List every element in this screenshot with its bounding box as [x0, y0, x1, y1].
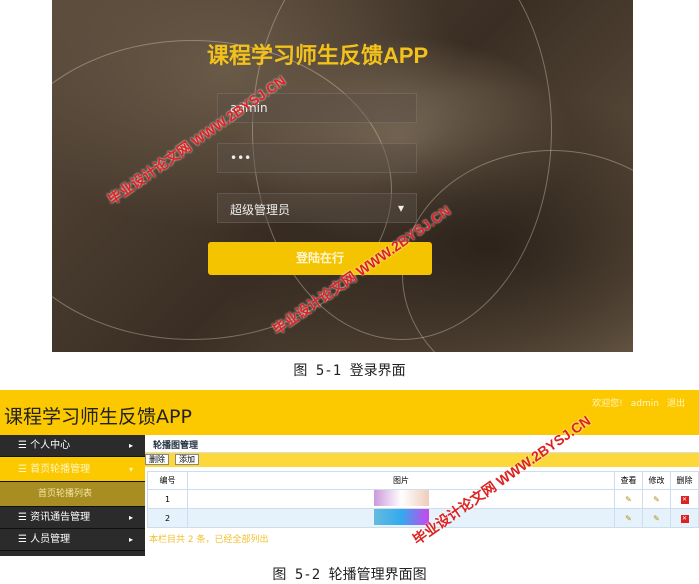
login-title: 课程学习师生反馈APP — [207, 43, 429, 68]
sidebar-item-personal[interactable]: ☰ 个人中心 ▸ — [0, 435, 145, 457]
password-input[interactable]: ••• — [217, 143, 417, 173]
sidebar-item-users[interactable]: ☰ 人员管理 ▸ — [0, 529, 145, 551]
role-value: 超级管理员 — [230, 203, 291, 217]
welcome-text: 欢迎您! — [592, 399, 623, 409]
add-button[interactable]: 添加 — [175, 454, 199, 465]
view-icon[interactable]: ✎ — [614, 489, 643, 509]
role-select[interactable]: 超级管理员 ▾ — [217, 193, 417, 223]
sidebar-item-news[interactable]: ☰ 资讯通告管理 ▸ — [0, 507, 145, 529]
figure-caption: 图 5-1 登录界面 — [293, 363, 406, 379]
edit-icon[interactable]: ✎ — [642, 508, 671, 528]
logout-link[interactable]: 退出 — [667, 399, 685, 409]
carousel-image — [373, 490, 429, 506]
breadcrumb: 轮播图管理 — [145, 435, 699, 453]
user-name: admin — [630, 399, 659, 409]
carousel-table: 编号 图片 查看 修改 删除 1 ✎ ✎ ✕ 2 ✎ ✎ ✕ — [147, 471, 699, 528]
sidebar-item-carousel-list[interactable]: 首页轮播列表 — [0, 482, 145, 507]
header: 课程学习师生反馈APP 欢迎您! admin 退出 — [0, 390, 699, 435]
figure-caption: 图 5-2 轮播管理界面图 — [272, 567, 427, 583]
delete-icon[interactable]: ✕ — [680, 496, 689, 504]
carousel-image — [373, 509, 429, 525]
delete-button[interactable]: 删除 — [145, 454, 169, 465]
admin-screenshot: 课程学习师生反馈APP 欢迎您! admin 退出 ☰ 个人中心 ▸ ☰ 首页轮播管理… — [0, 390, 699, 556]
edit-icon[interactable]: ✎ — [642, 489, 671, 509]
view-icon[interactable]: ✎ — [614, 508, 643, 528]
sidebar-item-carousel[interactable]: ☰ 首页轮播管理 ▾ — [0, 457, 145, 482]
chevron-down-icon: ▾ — [397, 201, 404, 215]
delete-icon[interactable]: ✕ — [680, 515, 689, 523]
table-row: 1 ✎ ✎ ✕ — [147, 489, 699, 509]
sidebar: ☰ 个人中心 ▸ ☰ 首页轮播管理 ▾ 首页轮播列表 ☰ 资讯通告管理 ▸ ☰ 人员管… — [0, 435, 145, 556]
app-title: 课程学习师生反馈APP — [4, 406, 192, 428]
